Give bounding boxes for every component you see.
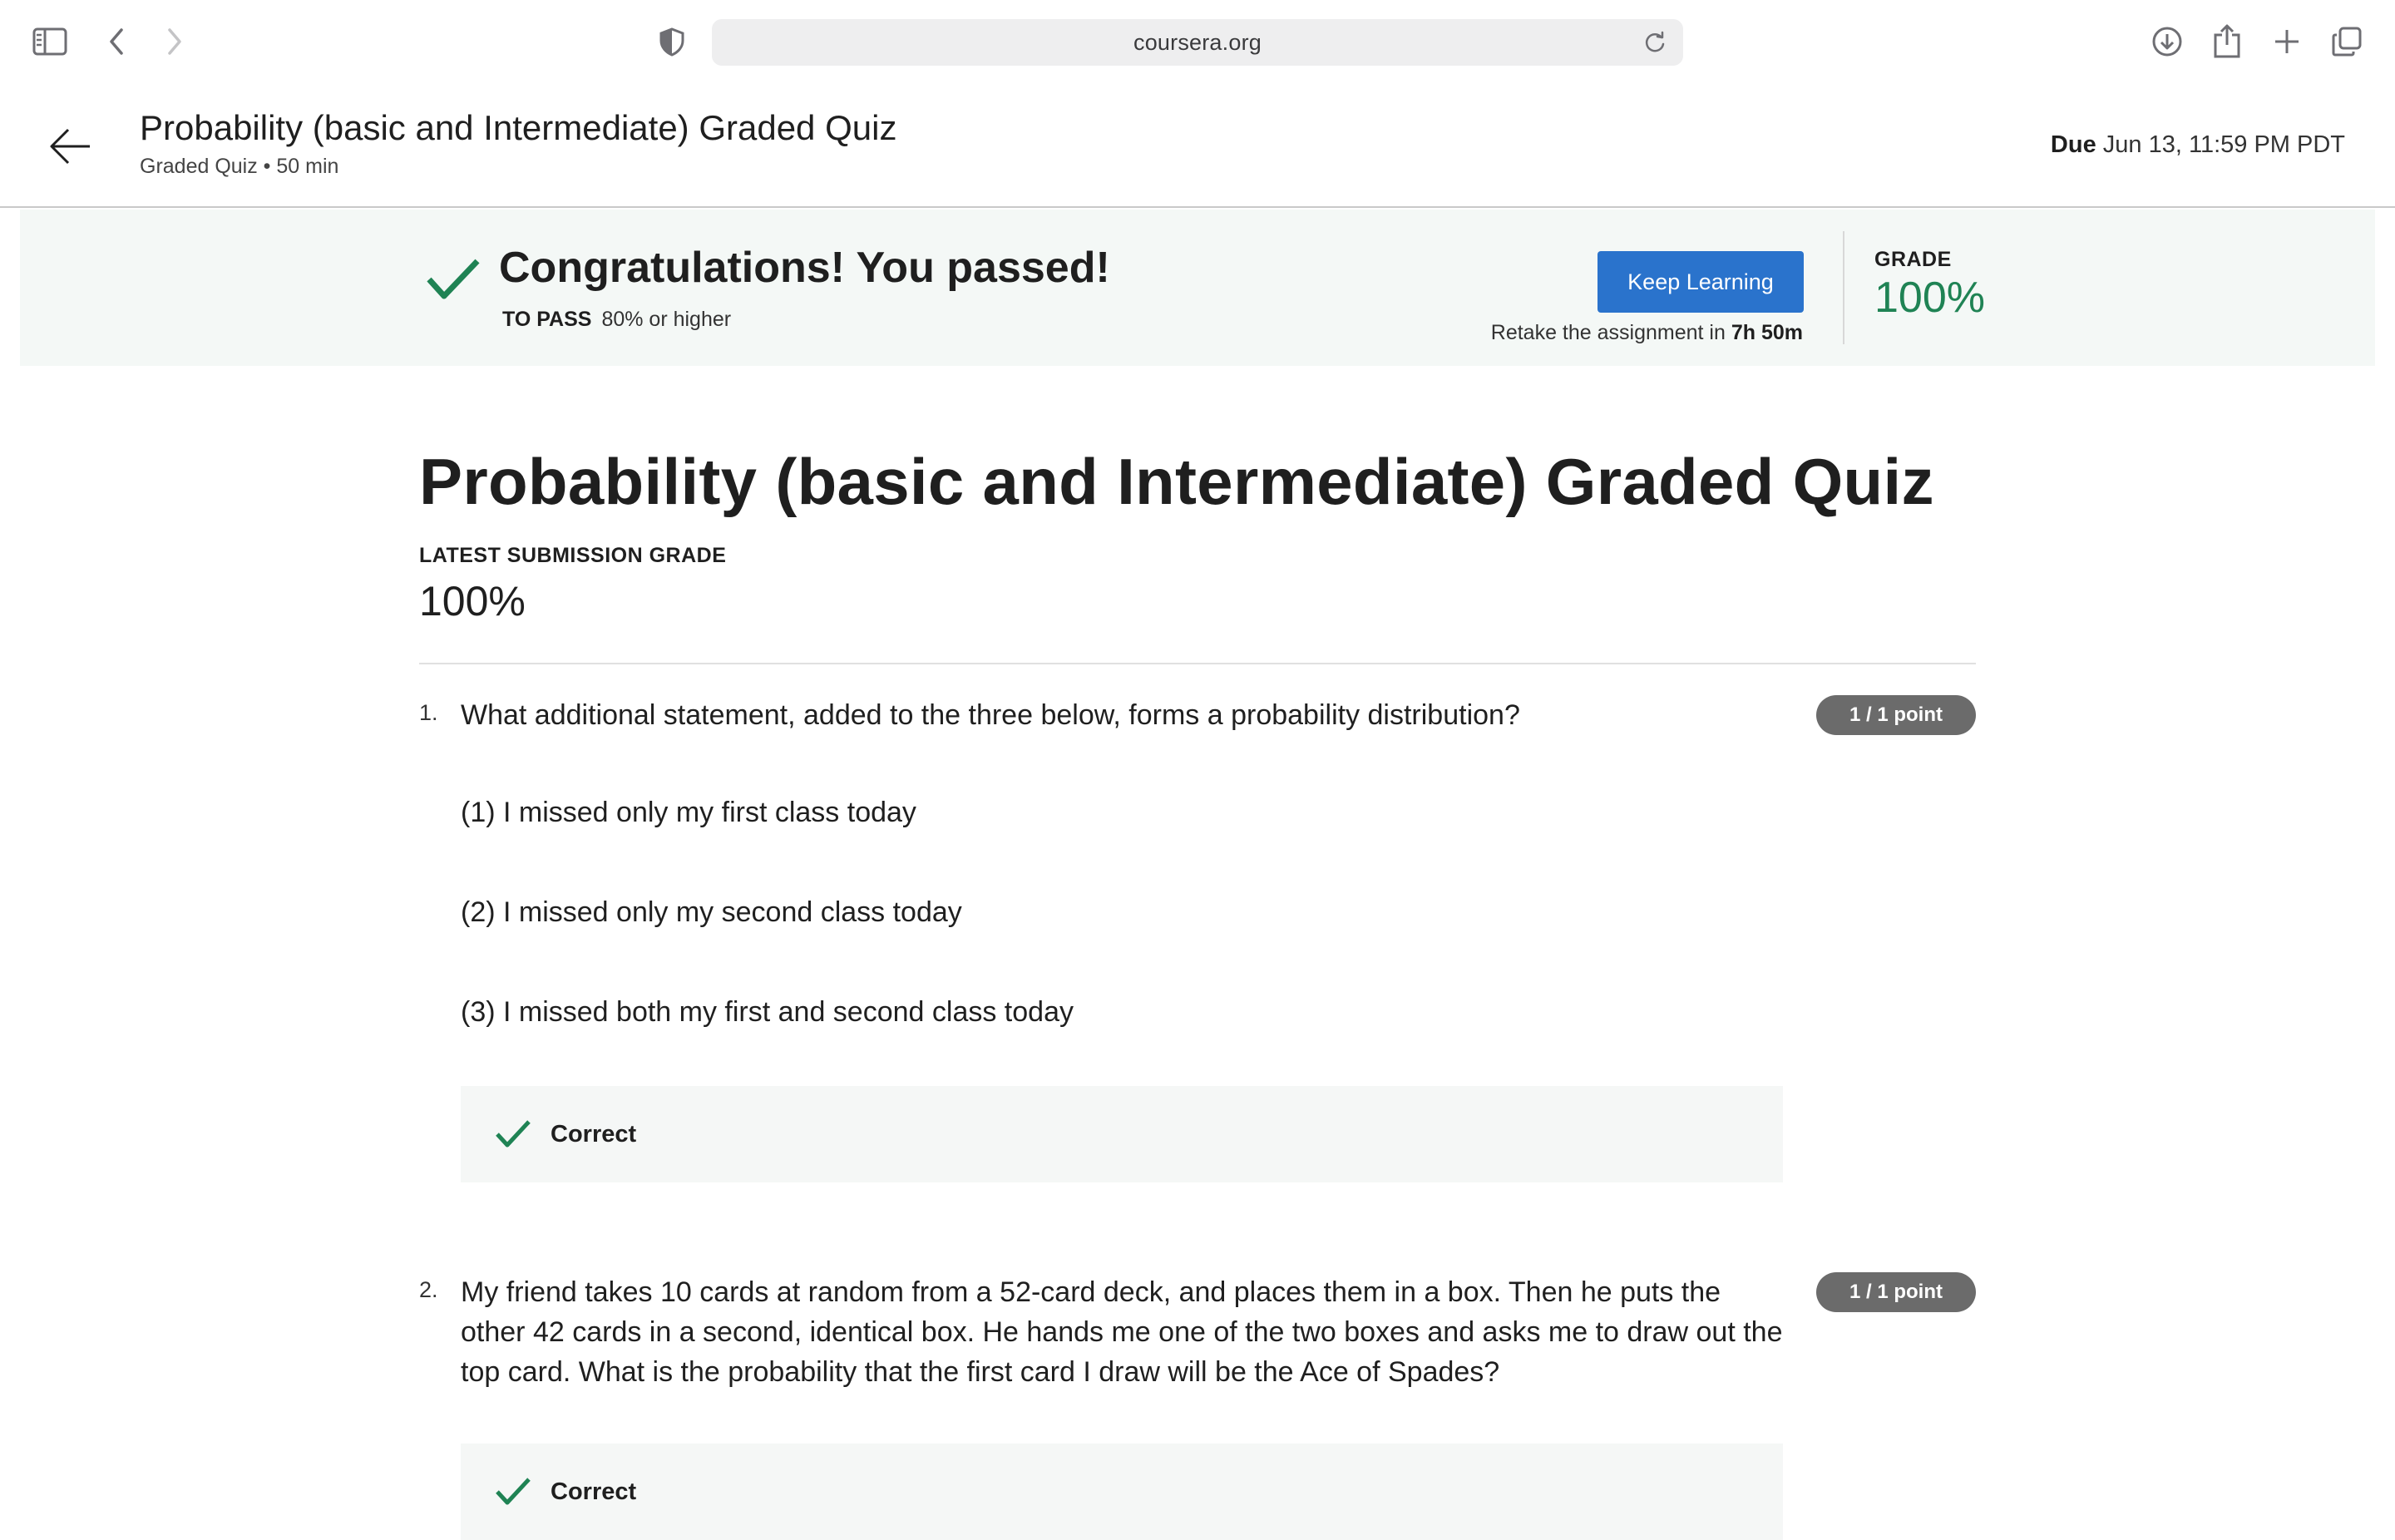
retake-text: Retake the assignment in — [1490, 321, 1726, 344]
forward-icon[interactable] — [155, 22, 195, 62]
to-pass-value: 80% or higher — [601, 308, 732, 331]
feedback-text: Correct — [551, 1478, 637, 1505]
due-date: Due Jun 13, 11:59 PM PDT — [2051, 131, 2345, 159]
url-text: coursera.org — [1133, 29, 1262, 55]
course-header: Probability (basic and Intermediate) Gra… — [0, 83, 2395, 208]
keep-learning-button[interactable]: Keep Learning — [1597, 251, 1804, 313]
question-text: My friend takes 10 cards at random from … — [461, 1276, 1783, 1388]
latest-grade-value: 100% — [419, 578, 526, 624]
grade-label: GRADE — [1874, 248, 1952, 271]
grade-value: 100% — [1874, 274, 1985, 322]
browser-toolbar: coursera.org — [0, 0, 2395, 83]
retake-info: Retake the assignment in 7h 50m — [1491, 321, 1803, 345]
retake-time: 7h 50m — [1731, 321, 1803, 344]
question-number: 1. — [419, 700, 438, 725]
statement-3: (3) I missed both my first and second cl… — [461, 996, 1074, 1028]
check-icon — [494, 1118, 532, 1151]
shield-icon[interactable] — [657, 27, 687, 57]
statement-1: (1) I missed only my first class today — [461, 797, 916, 828]
check-icon — [494, 1475, 532, 1508]
to-pass-label: TO PASS — [502, 308, 592, 331]
share-icon[interactable] — [2207, 22, 2247, 62]
new-tab-icon[interactable] — [2267, 22, 2307, 62]
download-icon[interactable] — [2147, 22, 2187, 62]
divider — [419, 663, 1976, 664]
header-subtitle: Graded Quiz • 50 min — [140, 155, 339, 178]
sidebar-icon[interactable] — [30, 22, 70, 62]
feedback-box: Correct — [461, 1444, 1783, 1540]
tabs-overview-icon[interactable] — [2327, 22, 2367, 62]
address-bar[interactable]: coursera.org — [712, 19, 1683, 66]
page-title: Probability (basic and Intermediate) Gra… — [419, 445, 1934, 518]
to-pass-info: TO PASS 80% or higher — [502, 308, 731, 332]
due-label: Due — [2050, 131, 2096, 158]
feedback-box: Correct — [461, 1086, 1783, 1182]
reload-icon[interactable] — [1642, 29, 1668, 56]
question-number: 2. — [419, 1277, 438, 1302]
due-value: Jun 13, 11:59 PM PDT — [2102, 131, 2345, 158]
question-text: What additional statement, added to the … — [461, 699, 1520, 731]
pass-banner: Congratulations! You passed! TO PASS 80% … — [20, 210, 2375, 366]
back-arrow-icon[interactable] — [47, 123, 93, 170]
points-badge: 1 / 1 point — [1816, 695, 1976, 735]
banner-title: Congratulations! You passed! — [499, 244, 1110, 292]
latest-grade-label: LATEST SUBMISSION GRADE — [419, 544, 727, 567]
points-badge: 1 / 1 point — [1816, 1272, 1976, 1312]
feedback-text: Correct — [551, 1121, 637, 1148]
statement-2: (2) I missed only my second class today — [461, 896, 962, 928]
header-title: Probability (basic and Intermediate) Gra… — [140, 108, 897, 147]
back-icon[interactable] — [96, 22, 136, 62]
check-icon — [424, 254, 484, 304]
banner-divider — [1843, 231, 1844, 344]
